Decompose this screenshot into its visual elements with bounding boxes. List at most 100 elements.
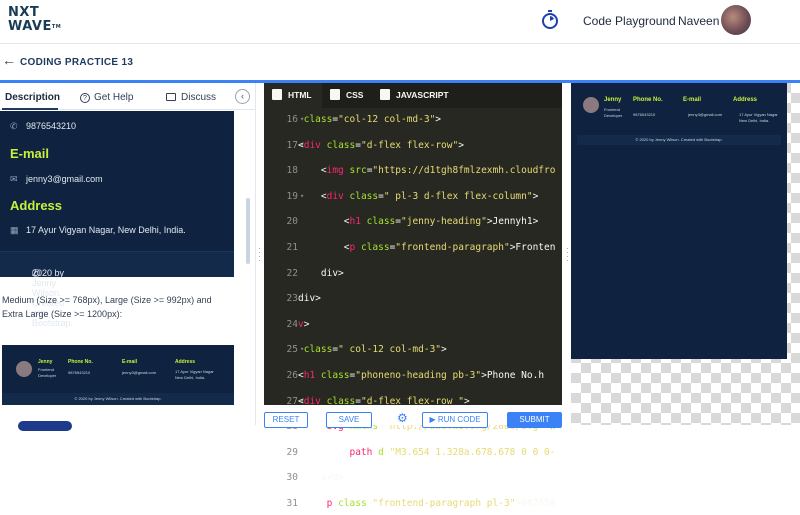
save-button[interactable]: SAVE (326, 412, 372, 428)
play-icon: ▶ (429, 415, 436, 424)
mini-phone-heading: Phone No. (68, 359, 93, 365)
preview-address: 17 Ayur Vigyan Nagar New Delhi, India. (739, 112, 778, 123)
logo-line-2: WAVETM (8, 20, 68, 34)
top-navbar: NXT WAVETM Code Playground Naveen (0, 0, 800, 44)
code-editor[interactable]: HTML CSS JAVASCRIPT 16 ▾ class="col-12 co… (264, 83, 562, 509)
code-text[interactable]: class="col-12 col-md-3"> (298, 108, 441, 131)
stopwatch-icon[interactable] (541, 10, 559, 30)
output-preview: Jenny Frontend Developer Phone No. 98765… (571, 83, 800, 425)
preview-role: Frontend Developer (604, 107, 623, 118)
user-name[interactable]: Naveen (678, 14, 719, 28)
code-text[interactable]: <path d="M3.654 1.328a.678.678 0 0 0- (298, 441, 556, 464)
user-avatar[interactable] (721, 5, 751, 35)
code-text[interactable]: <div class="d-flex flex-row"> (298, 134, 464, 157)
code-line[interactable]: 29 <path d="M3.654 1.328a.678.678 0 0 0- (264, 441, 562, 464)
problem-tabs: Description ? Get Help Discuss ‹ (0, 83, 256, 110)
tab-description[interactable]: Description (5, 92, 60, 103)
code-line[interactable]: 20 <h1 class="jenny-heading">Jennyh1> (264, 210, 562, 233)
line-number: 29 (286, 446, 298, 458)
submit-button[interactable]: SUBMIT (507, 412, 562, 428)
line-number: 23 (286, 293, 298, 305)
tab-get-help[interactable]: ? Get Help (80, 92, 133, 103)
preview-copyright-icon: © (635, 137, 639, 142)
line-number: 18 (286, 165, 298, 177)
code-line[interactable]: 31 <p class="frontend-paragraph pl-3">98… (264, 492, 562, 515)
mini-name: Jenny (38, 359, 53, 365)
code-line[interactable]: 30 svg> (264, 466, 562, 489)
phone-icon: ✆ (10, 121, 18, 131)
code-line[interactable]: 19 ▾ <div class=" pl-3 d-flex flex-column… (264, 185, 562, 208)
email-heading: E-mail (10, 146, 50, 161)
desktop-layout-preview: Jenny Frontend Developer Phone No. 98765… (2, 345, 234, 405)
line-number: 21 (286, 242, 298, 253)
collapse-panel-button[interactable]: ‹ (235, 89, 250, 104)
mini-footer-value: 2020 by Jenny Wilson. Created with Boots… (78, 396, 162, 401)
mini-address-heading: Address (175, 359, 196, 365)
resize-handle-left[interactable]: · · · · (258, 244, 261, 265)
code-text[interactable]: <img src="https://d1tgh8fmlzexmh.cloudfr… (298, 159, 556, 182)
mini-email-heading: E-mail (122, 359, 138, 365)
tab-discuss[interactable]: Discuss (166, 92, 216, 103)
line-number: 24 (286, 318, 298, 330)
mini-footer: © 2020 by Jenny Wilson. Created with Boo… (2, 393, 234, 405)
code-playground-link[interactable]: Code Playground (583, 14, 676, 28)
code-line[interactable]: 17 ▾ <div class="d-flex flex-row"> (264, 134, 562, 157)
tab-javascript[interactable]: JAVASCRIPT (374, 83, 454, 108)
help-circle-icon: ? (80, 93, 90, 103)
code-line[interactable]: 16 ▾ class="col-12 col-md-3"> (264, 108, 562, 131)
preview-page: Jenny Frontend Developer Phone No. 98765… (571, 83, 787, 359)
breakpoint-description: Medium (Size >= 768px), Large (Size >= 9… (2, 295, 212, 319)
code-text[interactable]: v> (298, 313, 309, 336)
address-heading: Address (10, 198, 63, 213)
run-code-label: RUN CODE (437, 415, 481, 424)
html5-icon (272, 89, 282, 100)
address-value: 17 Ayur Vigyan Nagar, New Delhi, India. (26, 225, 186, 235)
mini-phone: 9876543210 (68, 370, 91, 375)
code-text[interactable]: <h1 class="jenny-heading">Jennyh1> (298, 210, 539, 233)
code-text[interactable]: class=" col-12 col-md-3"> (298, 338, 447, 361)
code-line[interactable]: 18 <img src="https://d1tgh8fmlzexmh.clou… (264, 159, 562, 182)
resize-handle-right[interactable]: · · · · (566, 244, 569, 265)
code-line[interactable]: 22 div> (264, 262, 562, 285)
active-tab-indicator (2, 108, 58, 110)
comment-icon (166, 93, 176, 101)
code-text[interactable]: svg> (298, 466, 344, 489)
tab-html[interactable]: HTML (264, 83, 322, 108)
code-line[interactable]: 21 <p class="frontend-paragraph">Fronten (264, 236, 562, 259)
back-arrow-icon[interactable]: ← (2, 52, 16, 68)
card-footer: © 2020 by Jenny Wilson. Created with Boo… (0, 251, 234, 328)
code-text[interactable]: div> (298, 287, 321, 310)
reset-button[interactable]: RESET (264, 412, 308, 428)
editor-tabs: HTML CSS JAVASCRIPT (264, 83, 562, 108)
line-number: 20 (286, 216, 298, 228)
line-number: 26 (286, 370, 298, 381)
code-text[interactable]: <p class="frontend-paragraph">Fronten (298, 236, 556, 259)
code-text[interactable]: <div class=" pl-3 d-flex flex-column"> (298, 185, 538, 208)
settings-gear-icon[interactable]: ⚙ (397, 412, 409, 424)
partial-button[interactable] (18, 421, 72, 431)
practice-title: CODING PRACTICE 13 (20, 57, 134, 68)
code-line[interactable]: 24 v> (264, 313, 562, 336)
mini-email: jenny3@gmail.com (122, 370, 157, 375)
code-line[interactable]: 25 ▾ class=" col-12 col-md-3"> (264, 338, 562, 361)
mini-address: 17 Ayur Vigyan Nagar New Delhi, India. (175, 369, 214, 380)
tab-javascript-label: JAVASCRIPT (396, 90, 449, 100)
phone-value: 9876543210 (26, 121, 77, 131)
problem-panel: Description ? Get Help Discuss ‹ ✆ 9876543… (0, 83, 256, 425)
code-text[interactable]: <p class="frontend-paragraph pl-3">98765… (298, 492, 556, 515)
preview-footer-value: 2020 by Jenny Wilson. Created with Boots… (639, 137, 723, 142)
nxtwave-logo[interactable]: NXT WAVETM (8, 6, 68, 38)
line-number: 17 (286, 139, 298, 151)
code-line[interactable]: 23 div> (264, 287, 562, 310)
tab-css-label: CSS (346, 90, 364, 100)
editor-actions: RESET SAVE ⚙ ▶ RUN CODE SUBMIT (264, 405, 562, 428)
code-text[interactable]: <h1 class="phoneno-heading pb-3">Phone N… (298, 364, 544, 387)
tab-html-label: HTML (288, 90, 312, 100)
panel-scrollbar[interactable] (246, 198, 250, 264)
phone-row: ✆ 9876543210 (10, 121, 76, 132)
code-line[interactable]: 26 <h1 class="phoneno-heading pb-3">Phone… (264, 364, 562, 387)
run-code-button[interactable]: ▶ RUN CODE (422, 412, 488, 428)
code-text[interactable]: div> (298, 262, 344, 285)
tab-css[interactable]: CSS (324, 83, 368, 108)
mini-role: Frontend Developer (38, 367, 57, 378)
